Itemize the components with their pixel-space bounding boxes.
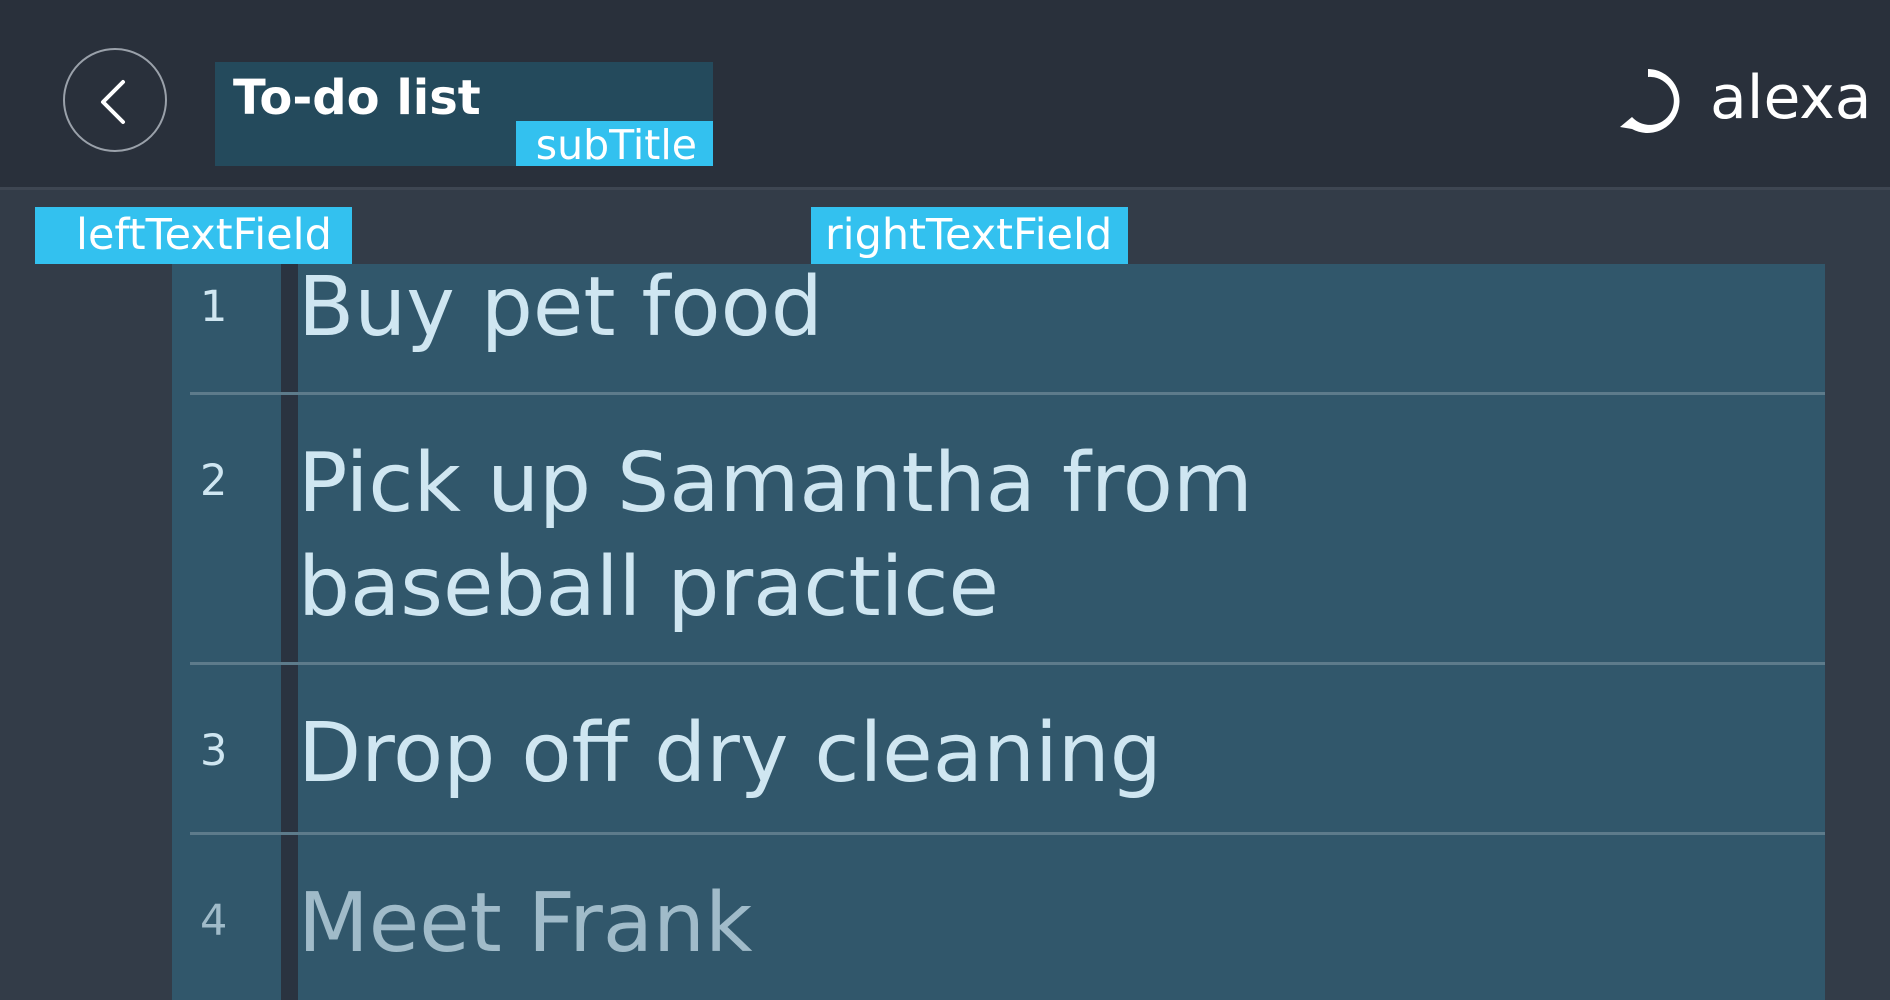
item-number: 4 — [200, 896, 228, 946]
item-text: Meet Frank — [298, 876, 753, 971]
item-number: 2 — [200, 456, 228, 506]
list-item[interactable]: 1 Buy pet food — [172, 264, 1825, 394]
chevron-left-icon — [101, 80, 125, 124]
list-item[interactable]: 2 Pick up Samantha from baseball practic… — [172, 395, 1825, 664]
alexa-wordmark: alexa — [1710, 63, 1872, 133]
item-text: Pick up Samantha from baseball practice — [298, 436, 1253, 635]
page-subtitle: subTitle — [516, 121, 713, 166]
page-title: To-do list — [233, 70, 481, 126]
back-button[interactable] — [63, 48, 167, 152]
right-text-field: rightTextField — [811, 207, 1128, 264]
item-text: Drop off dry cleaning — [298, 706, 1162, 801]
item-number: 1 — [200, 282, 228, 332]
item-number: 3 — [200, 726, 228, 776]
todo-list: 1 Buy pet food 2 Pick up Samantha from b… — [172, 264, 1825, 1000]
header-bar: To-do list subTitle alexa — [0, 0, 1890, 190]
alexa-ring-icon — [1620, 69, 1680, 133]
title-block: To-do list subTitle — [215, 62, 713, 166]
left-text-field: leftTextField — [35, 207, 352, 264]
item-text: Buy pet food — [298, 264, 823, 355]
list-item[interactable]: 4 Meet Frank — [172, 835, 1825, 1000]
alexa-logo: alexa — [1612, 60, 1872, 140]
list-item[interactable]: 3 Drop off dry cleaning — [172, 665, 1825, 834]
